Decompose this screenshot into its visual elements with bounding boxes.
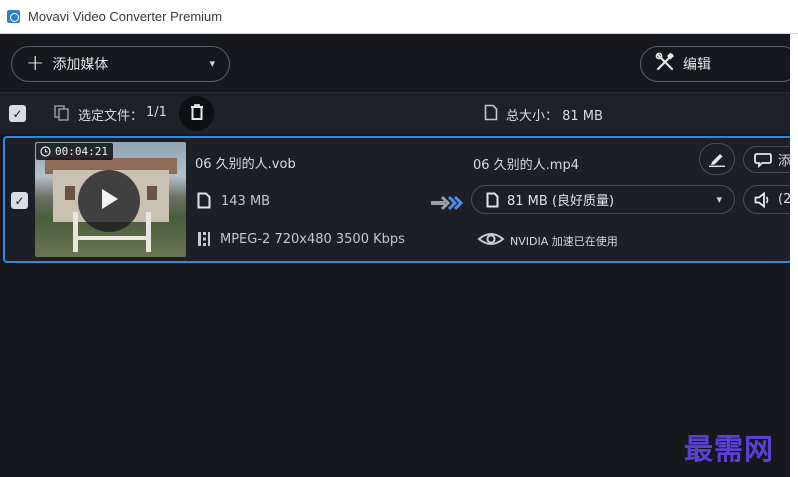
edit-button[interactable]: 编辑 [640,46,798,82]
document-icon [484,104,498,125]
total-size-label: 总大小： 81 MB [506,109,603,124]
title-bar: Movavi Video Converter Premium [0,0,798,34]
window-title: Movavi Video Converter Premium [28,9,223,24]
source-file-meta: MPEG-2 720x480 3500 Kbps [220,232,405,247]
edit-label: 编辑 [683,57,711,73]
selected-files-label: 选定文件： [78,109,144,124]
speech-bubble-icon [754,152,772,168]
main-window: + 添加媒体 ▾ 编辑 ✓ 选定文件： 1/1 总大小： 81 MB ✓ 00:… [0,34,798,477]
pen-icon [708,151,726,167]
rename-button[interactable] [699,143,735,175]
output-format-dropdown[interactable]: 81 MB (良好质量) ▾ [471,185,735,214]
film-icon [196,231,212,251]
document-icon [197,192,211,213]
document-icon [486,192,499,208]
delete-button[interactable] [179,96,214,131]
file-checkbox[interactable]: ✓ [11,192,28,209]
source-file-name: 06 久别的人.vob [195,157,296,172]
chevron-down-icon: ▾ [716,193,722,206]
watermark-text: 最需网 [684,432,775,466]
nvidia-icon [477,230,505,252]
add-media-label: 添加媒体 [52,57,109,73]
add-media-button[interactable]: + 添加媒体 ▾ [11,46,230,82]
window-edge [790,34,798,477]
output-format-label: 81 MB (良好质量) [507,194,615,209]
speaker-icon [754,191,772,208]
clock-icon [40,146,55,157]
select-all-checkbox[interactable]: ✓ [9,105,26,122]
output-file-name[interactable]: 06 久别的人.mp4 [473,154,579,173]
play-icon [98,187,120,215]
file-row[interactable]: ✓ 00:04:21 06 久别的人.vob 143 MB MPEG-2 720… [3,136,798,263]
toolbar: + 添加媒体 ▾ 编辑 [0,34,798,92]
selection-bar: ✓ 选定文件： 1/1 总大小： 81 MB [0,92,790,134]
tools-icon [655,52,675,76]
chevron-down-icon[interactable]: ▾ [209,57,215,70]
plus-icon: + [26,51,45,76]
duration-text: 00:04:21 [55,145,108,158]
hardware-acceleration-status: NVIDIA 加速已在使用 [510,235,618,248]
selected-files-count: 1/1 [146,105,167,120]
duration-badge: 00:04:21 [36,143,113,160]
source-file-size: 143 MB [221,194,271,209]
trash-icon [189,103,205,125]
play-button[interactable] [78,170,140,232]
movavi-app-icon [7,10,20,23]
double-arrow-icon [429,194,464,216]
files-icon [54,105,70,125]
